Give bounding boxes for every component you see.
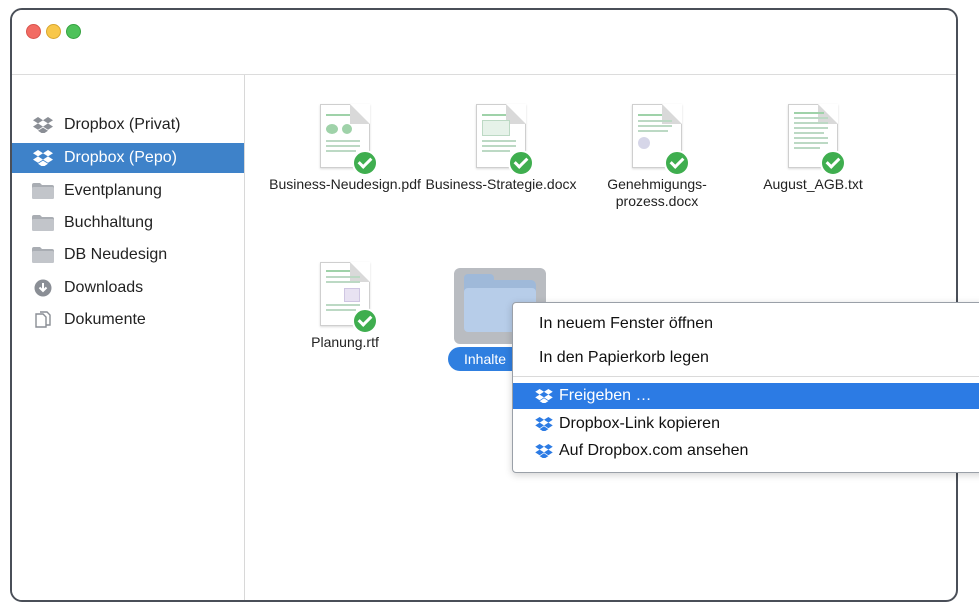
file-name: August_AGB.txt: [763, 176, 863, 192]
menu-item-share[interactable]: Freigeben …: [513, 383, 979, 409]
context-menu: In neuem Fenster öffnen In den Papierkor…: [512, 302, 979, 473]
file-name: Planung.rtf: [311, 334, 379, 350]
file-august-agb[interactable]: August_AGB.txt: [733, 104, 893, 193]
menu-item-view-on-dropbox[interactable]: Auf Dropbox.com ansehen: [513, 438, 979, 464]
sidebar-item-label: Dropbox (Pepo): [64, 149, 177, 166]
close-window-button[interactable]: [26, 24, 41, 39]
sidebar-item-dropbox-pepo[interactable]: Dropbox (Pepo): [12, 143, 244, 173]
sync-check-icon: [352, 308, 378, 334]
sync-check-icon: [820, 150, 846, 176]
docx-document-icon: [476, 104, 534, 176]
dropbox-icon: [32, 116, 54, 134]
dropbox-icon: [535, 389, 553, 403]
sidebar-item-label: Buchhaltung: [64, 214, 153, 231]
pdf-document-icon: [320, 104, 378, 176]
file-name: Business-Strategie.docx: [425, 176, 577, 192]
dropbox-icon: [535, 417, 553, 431]
minimize-window-button[interactable]: [46, 24, 61, 39]
sidebar-item-dropbox-privat[interactable]: Dropbox (Privat): [12, 110, 244, 140]
sync-check-icon: [508, 150, 534, 176]
sidebar-item-db-neudesign[interactable]: DB Neudesign: [12, 240, 244, 270]
dropbox-icon: [32, 149, 54, 167]
rtf-document-icon: [320, 262, 378, 334]
sidebar-item-label: Dropbox (Privat): [64, 116, 181, 133]
file-name: Business-Neudesign.pdf: [269, 176, 421, 192]
sync-check-icon: [664, 150, 690, 176]
menu-item-open-new-window[interactable]: In neuem Fenster öffnen: [513, 311, 979, 337]
documents-icon: [32, 311, 54, 329]
zoom-window-button[interactable]: [66, 24, 81, 39]
file-name: Genehmigungs-prozess.docx: [607, 176, 707, 209]
sidebar-item-buchhaltung[interactable]: Buchhaltung: [12, 208, 244, 238]
file-business-strategie[interactable]: Business-Strategie.docx: [421, 104, 581, 193]
sidebar-item-label: Dokumente: [64, 311, 146, 328]
sidebar: Dropbox (Privat) Dropbox (Pepo) Eventpla…: [12, 75, 245, 600]
menu-separator: [513, 376, 979, 377]
menu-item-copy-dropbox-link[interactable]: Dropbox-Link kopieren: [513, 411, 979, 437]
folder-icon: [32, 214, 54, 232]
txt-document-icon: [788, 104, 846, 176]
title-bar: [12, 10, 956, 75]
download-icon: [32, 279, 54, 297]
menu-item-move-to-trash[interactable]: In den Papierkorb legen: [513, 345, 979, 371]
file-planung[interactable]: Planung.rtf: [265, 262, 425, 351]
sidebar-item-eventplanung[interactable]: Eventplanung: [12, 176, 244, 206]
file-genehmigungsprozess[interactable]: Genehmigungs-prozess.docx: [577, 104, 737, 210]
docx-document-icon: [632, 104, 690, 176]
file-business-neudesign[interactable]: Business-Neudesign.pdf: [265, 104, 425, 193]
folder-icon: [32, 182, 54, 200]
folder-icon: [32, 246, 54, 264]
sidebar-item-downloads[interactable]: Downloads: [12, 273, 244, 303]
sidebar-item-label: DB Neudesign: [64, 246, 168, 263]
sync-check-icon: [352, 150, 378, 176]
dropbox-icon: [535, 444, 553, 458]
sidebar-item-label: Downloads: [64, 279, 144, 296]
sidebar-item-dokumente[interactable]: Dokumente: [12, 305, 244, 335]
sidebar-item-label: Eventplanung: [64, 182, 162, 199]
